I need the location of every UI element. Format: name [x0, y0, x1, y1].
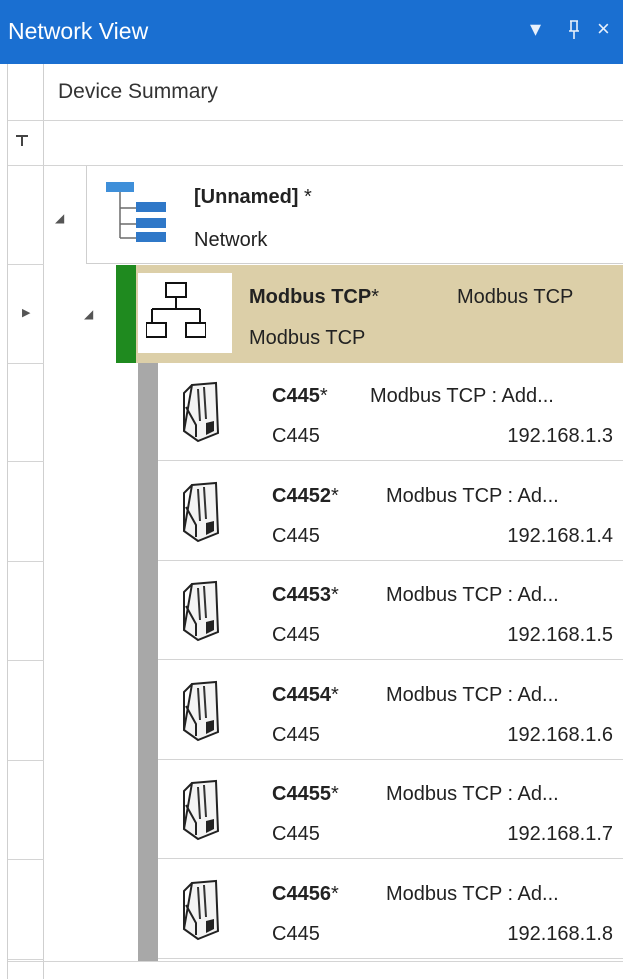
device-address: Modbus TCP : Ad... [386, 883, 559, 905]
device-name: C445* [272, 385, 328, 407]
device-name: C4454* [272, 684, 339, 706]
modbus-status-bar [116, 265, 136, 363]
device-model: C445 [272, 923, 320, 945]
device-model: C445 [272, 724, 320, 746]
modbus-name: Modbus TCP* [249, 286, 380, 308]
device-name: C4455* [272, 783, 339, 805]
gutter-row-divider [8, 363, 44, 364]
device-row[interactable]: C4455* Modbus TCP : Ad... C445 192.168.1.7 [158, 761, 623, 859]
device-name: C4453* [272, 584, 339, 606]
modbus-description: Modbus TCP [457, 286, 574, 308]
gutter-row-divider [8, 859, 44, 860]
device-row[interactable]: C4456* Modbus TCP : Ad... C445 192.168.1.8 [158, 861, 623, 959]
device-ip: 192.168.1.7 [507, 823, 613, 845]
device-address: Modbus TCP : Ad... [386, 783, 559, 805]
controller-device-icon [178, 381, 222, 448]
gutter-row-divider [8, 561, 44, 562]
gutter-row-divider [8, 461, 44, 462]
device-address: Modbus TCP : Add... [370, 385, 554, 407]
device-row[interactable]: C4454* Modbus TCP : Ad... C445 192.168.1.6 [158, 662, 623, 760]
device-model: C445 [272, 525, 320, 547]
network-name: [Unnamed] * [194, 186, 312, 208]
gutter-row-divider [8, 760, 44, 761]
list-bottom-divider [8, 961, 623, 962]
gutter-row-divider [8, 660, 44, 661]
row-header-gutter [8, 64, 44, 979]
tree-network-icon [104, 180, 168, 251]
gutter-row-divider [8, 959, 44, 960]
controller-device-icon [178, 779, 222, 846]
filter-icon[interactable] [15, 134, 29, 153]
column-header-device-summary[interactable]: Device Summary [58, 80, 218, 104]
device-group-bar [138, 363, 158, 961]
device-ip: 192.168.1.4 [507, 525, 613, 547]
network-collapse-arrow[interactable]: ◢ [55, 211, 64, 225]
left-frame [0, 64, 8, 979]
modbus-icon-box [138, 273, 232, 353]
controller-device-icon [178, 879, 222, 946]
dropdown-icon[interactable]: ▾ [530, 16, 541, 42]
device-model: C445 [272, 823, 320, 845]
modbus-type: Modbus TCP [249, 327, 366, 349]
device-address: Modbus TCP : Ad... [386, 684, 559, 706]
controller-device-icon [178, 481, 222, 548]
device-model: C445 [272, 425, 320, 447]
close-icon[interactable]: × [597, 16, 610, 42]
device-model: C445 [272, 624, 320, 646]
pin-icon[interactable] [567, 19, 581, 46]
gutter-row-divider [8, 264, 44, 265]
controller-device-icon [178, 680, 222, 747]
device-ip: 192.168.1.6 [507, 724, 613, 746]
title-bar: Network View ▾ × [0, 0, 623, 64]
modbus-collapse-arrow[interactable]: ◢ [84, 307, 93, 321]
device-address: Modbus TCP : Ad... [386, 485, 559, 507]
device-address: Modbus TCP : Ad... [386, 584, 559, 606]
header-divider [8, 120, 623, 121]
device-row[interactable]: C445* Modbus TCP : Add... C445 192.168.1.3 [158, 363, 623, 461]
device-ip: 192.168.1.3 [507, 425, 613, 447]
device-ip: 192.168.1.8 [507, 923, 613, 945]
device-name: C4456* [272, 883, 339, 905]
network-topology-icon [145, 281, 207, 348]
controller-device-icon [178, 580, 222, 647]
network-type: Network [194, 229, 268, 251]
device-name: C4452* [272, 485, 339, 507]
row-current-indicator-icon: ▶ [22, 307, 31, 319]
device-ip: 192.168.1.5 [507, 624, 613, 646]
device-row[interactable]: C4453* Modbus TCP : Ad... C445 192.168.1.5 [158, 562, 623, 660]
device-row[interactable]: C4452* Modbus TCP : Ad... C445 192.168.1.4 [158, 463, 623, 561]
window-title: Network View [8, 18, 149, 44]
